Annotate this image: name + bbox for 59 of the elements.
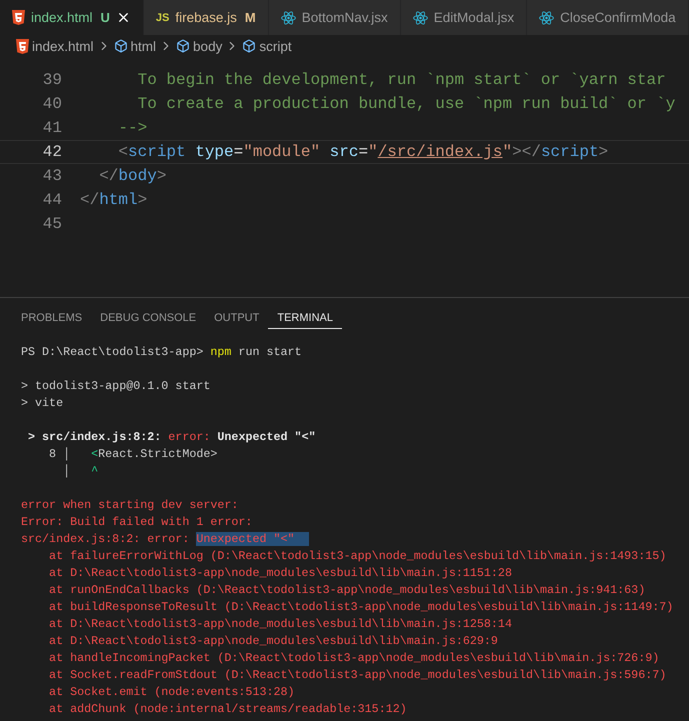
atom-icon xyxy=(539,10,554,24)
line-number: 44 xyxy=(42,191,63,209)
terminal-line: Error: Build failed with 1 error: xyxy=(21,514,254,531)
tab-label: index.html xyxy=(31,10,93,25)
js-file-icon: JS xyxy=(156,12,170,24)
breadcrumb-item[interactable]: script xyxy=(259,38,292,54)
atom-icon xyxy=(412,10,428,24)
terminal-line: at D:\React\todolist3-app\node_modules\esbuild\lib\main.js:1151:28 xyxy=(48,565,513,582)
atom-icon xyxy=(280,10,296,24)
terminal-line: > src/index.js:8:2: error: Unexpected "<" xyxy=(27,429,317,446)
editor-tab[interactable]: EditModal.jsx xyxy=(400,0,528,35)
breadcrumb-item[interactable]: html xyxy=(130,38,156,54)
code-line: <script type="module" src="/src/index.js"></script> xyxy=(117,143,608,161)
panel-tab[interactable]: PROBLEMS xyxy=(12,306,92,328)
editor-tab[interactable]: index.html U xyxy=(0,0,144,35)
code-line: To begin the development, run `npm start` or `yarn star xyxy=(136,71,666,89)
line-number: 43 xyxy=(42,167,63,185)
terminal-line: at handleIncomingPacket (D:\React\todolist3-app\node_modules\esbuild\lib\main.js:726:9) xyxy=(48,650,660,667)
tab-label: BottomNav.jsx xyxy=(302,10,388,25)
line-number: 40 xyxy=(42,95,63,113)
editor-tab[interactable]: CloseConfirmModa xyxy=(527,0,689,35)
cube-icon xyxy=(242,39,256,53)
panel-tab[interactable]: TERMINAL xyxy=(268,306,342,328)
breadcrumb-item[interactable]: body xyxy=(193,38,222,54)
line-number: 39 xyxy=(42,71,63,89)
tab-label: CloseConfirmModa xyxy=(560,10,676,25)
cube-icon xyxy=(176,39,190,53)
terminal-line: at buildResponseToResult (D:\React\todolist3-app\node_modules\esbuild\lib\main.js:1149:7) xyxy=(48,599,674,616)
line-number: 41 xyxy=(42,119,63,137)
cube-icon xyxy=(114,39,128,53)
terminal-line: at D:\React\todolist3-app\node_modules\esbuild\lib\main.js:629:9 xyxy=(48,633,499,650)
terminal-line: at Socket.emit (node:events:513:28) xyxy=(48,684,296,701)
code-line: To create a production bundle, use `npm run build` or `y xyxy=(136,95,676,113)
terminal-line: at Socket.readFromStdout (D:\React\todolist3-app\node_modules\esbuild\lib\main.js:596:7) xyxy=(48,667,668,684)
panel-tab[interactable]: DEBUG CONSOLE xyxy=(91,306,206,328)
editor-tab[interactable]: JS firebase.js M xyxy=(144,0,269,35)
line-number: 45 xyxy=(42,215,63,233)
line-number: 42 xyxy=(42,143,63,161)
terminal-line: at addChunk (node:internal/streams/readable:315:12) xyxy=(48,701,408,718)
html-file-icon xyxy=(12,10,25,25)
terminal-line: > todolist3-app@0.1.0 start xyxy=(21,378,212,395)
breadcrumb-item[interactable]: index.html xyxy=(32,38,94,54)
terminal-line: at failureErrorWithLog (D:\React\todolist3-app\node_modules\esbuild\lib\main.js:1493:15) xyxy=(48,548,668,565)
terminal-line: at D:\React\todolist3-app\node_modules\esbuild\lib\main.js:1258:14 xyxy=(48,616,513,633)
terminal-line: 8 │ <React.StrictMode> xyxy=(48,446,218,463)
editor-tab[interactable]: BottomNav.jsx xyxy=(268,0,401,35)
code-line: </html> xyxy=(80,191,148,209)
terminal-line: > vite xyxy=(21,395,64,412)
panel-tab[interactable]: OUTPUT xyxy=(205,306,268,328)
terminal-line: src/index.js:8:2: error: Unexpected "<" xyxy=(21,531,689,548)
code-line: --> xyxy=(117,119,148,137)
tab-label: firebase.js xyxy=(175,10,237,25)
tab-label: EditModal.jsx xyxy=(434,10,514,25)
terminal-line: at runOnEndCallbacks (D:\React\todolist3-app\node_modules\esbuild\lib\main.js:941:63) xyxy=(48,582,646,599)
html-file-icon xyxy=(16,38,29,54)
terminal-line: │ ^ xyxy=(62,463,100,480)
terminal-line: PS D:\React\todolist3-app> npm run start xyxy=(21,344,303,361)
terminal-line: error when starting dev server: xyxy=(21,497,240,514)
code-line: </body> xyxy=(98,167,166,185)
